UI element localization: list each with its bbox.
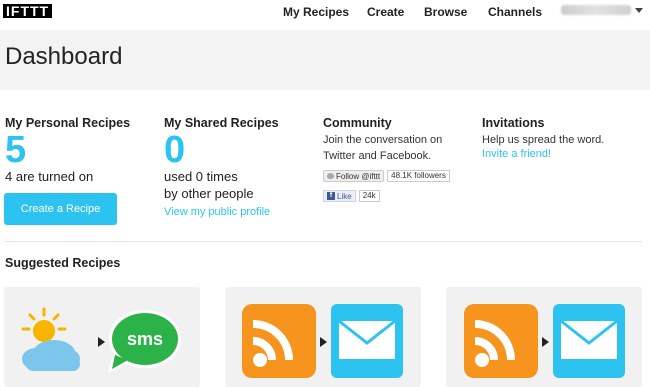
ifttt-logo[interactable]: IFTTT [3, 4, 53, 18]
facebook-icon: f [327, 192, 335, 200]
rss-to-email-graphic [464, 304, 625, 378]
create-recipe-button[interactable]: Create a Recipe [4, 193, 117, 225]
invitations-text: Help us spread the word. [482, 134, 605, 146]
facebook-like-label: Like [337, 191, 352, 201]
rss-icon [464, 304, 538, 378]
twitter-bird-icon [327, 173, 334, 179]
section-divider [4, 241, 642, 242]
arrow-icon [98, 337, 105, 347]
community-line2: Twitter and Facebook. [323, 150, 432, 162]
user-menu[interactable] [561, 5, 643, 15]
twitter-follow-label: Follow @ifttt [336, 171, 381, 181]
community-line1: Join the conversation on [323, 134, 443, 146]
twitter-follower-count: 48.1K followers [387, 170, 450, 182]
twitter-follow-button[interactable]: Follow @ifttt [323, 170, 385, 182]
invitations-heading: Invitations [482, 116, 545, 130]
facebook-like-count: 24k [358, 190, 380, 202]
arrow-icon [542, 337, 549, 347]
shared-usage-line1: used 0 times [164, 169, 238, 184]
shared-recipes-count: 0 [164, 129, 186, 171]
invitations-section: Invitations Help us spread the word. Inv… [482, 116, 604, 160]
facebook-like-button[interactable]: f Like [323, 190, 356, 202]
nav-my-recipes[interactable]: My Recipes [283, 5, 349, 19]
twitter-follow-row: Follow @ifttt 48.1K followers [323, 170, 450, 182]
sms-icon: sms [108, 310, 181, 373]
community-section: Community Join the conversation on Twitt… [323, 116, 450, 202]
public-profile-link[interactable]: View my public profile [164, 206, 279, 218]
nav-create[interactable]: Create [367, 5, 404, 19]
personal-recipes-section: My Personal Recipes 5 4 are turned on [5, 116, 130, 185]
page-header: Dashboard [0, 30, 650, 90]
shared-recipes-section: My Shared Recipes 0 used 0 times by othe… [164, 116, 279, 218]
shared-usage-line2: by other people [164, 186, 254, 201]
nav-browse[interactable]: Browse [424, 5, 467, 19]
personal-recipes-status: 4 are turned on [5, 169, 94, 184]
shared-recipes-heading: My Shared Recipes [164, 116, 279, 130]
rss-icon [242, 304, 316, 378]
personal-recipes-count: 5 [5, 129, 27, 171]
facebook-like-row: f Like 24k [323, 190, 450, 202]
suggested-recipe-card[interactable] [446, 287, 642, 387]
caret-down-icon [635, 7, 643, 13]
personal-recipes-heading: My Personal Recipes [5, 116, 131, 130]
top-bar: IFTTT My Recipes Create Browse Channels [0, 0, 650, 28]
logo-text: IFTTT [3, 4, 53, 18]
weather-icon [21, 307, 80, 371]
suggested-recipes-heading: Suggested Recipes [5, 256, 121, 270]
community-heading: Community [323, 116, 392, 130]
suggested-recipe-card[interactable]: sms [4, 287, 200, 387]
email-icon [553, 304, 625, 378]
page-title: Dashboard [5, 43, 123, 70]
username [561, 5, 631, 15]
rss-to-email-graphic [242, 304, 403, 378]
nav-channels[interactable]: Channels [488, 5, 542, 19]
invite-friend-link[interactable]: Invite a friend! [482, 148, 604, 160]
arrow-icon [320, 337, 327, 347]
sms-label: sms [127, 329, 163, 349]
email-icon [331, 304, 403, 378]
suggested-recipe-card[interactable] [225, 287, 421, 387]
weather-to-sms-graphic: sms [21, 307, 181, 373]
